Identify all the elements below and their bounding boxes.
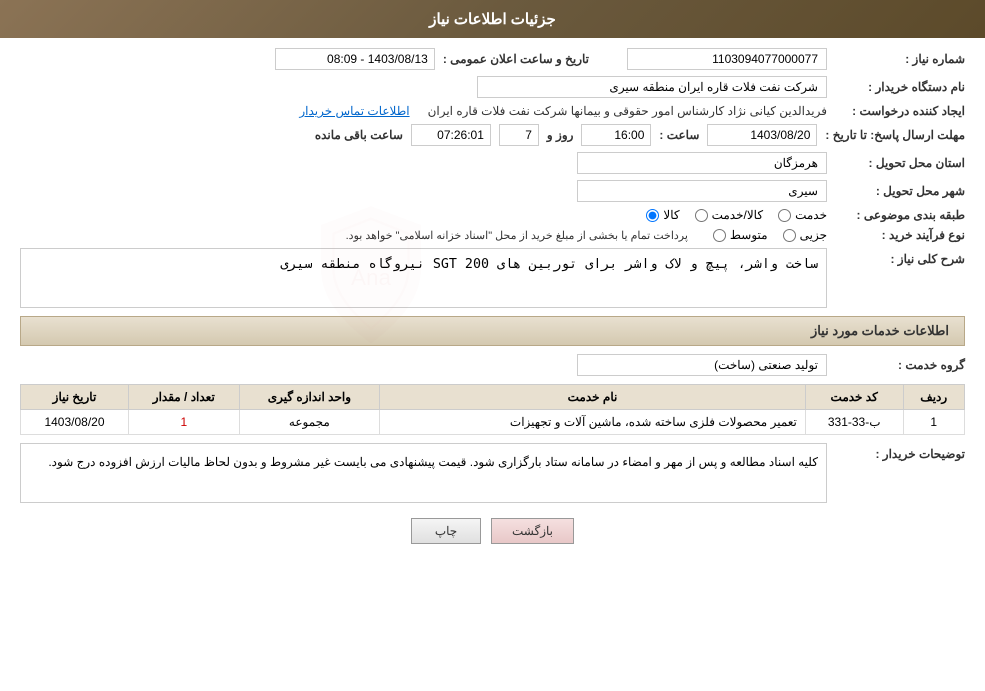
service-group-label: گروه خدمت : bbox=[835, 358, 965, 372]
creator-label: ایجاد کننده درخواست : bbox=[835, 104, 965, 118]
creator-row: ایجاد کننده درخواست : فریدالدین کیانی نژ… bbox=[20, 104, 965, 118]
need-desc-row: شرح کلی نیاز : bbox=[20, 248, 965, 308]
page-header: جزئیات اطلاعات نیاز bbox=[0, 0, 985, 38]
col-unit: واحد اندازه گیری bbox=[239, 385, 379, 410]
back-button[interactable]: بازگشت bbox=[491, 518, 574, 544]
city-value: سیری bbox=[577, 180, 827, 202]
creator-value: فریدالدین کیانی نژاد کارشناس امور حقوقی … bbox=[428, 104, 827, 118]
need-number-value: 1103094077000077 bbox=[627, 48, 827, 70]
city-row: شهر محل تحویل : سیری bbox=[20, 180, 965, 202]
announce-date-label: تاریخ و ساعت اعلان عمومی : bbox=[443, 52, 589, 66]
category-goods-service-radio[interactable] bbox=[695, 209, 708, 222]
province-row: استان محل تحویل : هرمزگان bbox=[20, 152, 965, 174]
service-group-row: گروه خدمت : تولید صنعتی (ساخت) bbox=[20, 354, 965, 376]
category-option-goods-service[interactable]: کالا/خدمت bbox=[695, 208, 763, 222]
purchase-type-label: نوع فرآیند خرید : bbox=[835, 228, 965, 242]
cell-date: 1403/08/20 bbox=[21, 410, 129, 435]
send-remaining-value: 07:26:01 bbox=[411, 124, 491, 146]
watermark-shield: Ana bbox=[296, 200, 446, 350]
category-label: طبقه بندی موضوعی : bbox=[835, 208, 965, 222]
need-number-row: شماره نیاز : 1103094077000077 تاریخ و سا… bbox=[20, 48, 965, 70]
purchase-medium-label: متوسط bbox=[730, 228, 768, 242]
buyer-notes-value: کلیه اسناد مطالعه و پس از مهر و امضاء در… bbox=[20, 443, 827, 503]
svg-text:Ana: Ana bbox=[350, 265, 391, 290]
print-button[interactable]: چاپ bbox=[411, 518, 481, 544]
cell-service-code: ب-33-331 bbox=[805, 410, 903, 435]
need-number-label: شماره نیاز : bbox=[835, 52, 965, 66]
cell-quantity: 1 bbox=[128, 410, 239, 435]
service-group-value: تولید صنعتی (ساخت) bbox=[577, 354, 827, 376]
category-goods-radio[interactable] bbox=[646, 209, 659, 222]
category-option-service[interactable]: خدمت bbox=[778, 208, 827, 222]
purchase-partial-label: جزیی bbox=[800, 228, 827, 242]
send-days-label: روز و bbox=[547, 128, 574, 142]
services-section-title: اطلاعات خدمات مورد نیاز bbox=[20, 316, 965, 346]
deadline-row: مهلت ارسال پاسخ: تا تاریخ : 1403/08/20 س… bbox=[20, 124, 965, 146]
buttons-row: بازگشت چاپ bbox=[20, 518, 965, 544]
col-quantity: تعداد / مقدار bbox=[128, 385, 239, 410]
buyer-org-row: نام دستگاه خریدار : شرکت نفت فلات قاره ا… bbox=[20, 76, 965, 98]
send-days-value: 7 bbox=[499, 124, 539, 146]
services-table: ردیف کد خدمت نام خدمت واحد اندازه گیری ت… bbox=[20, 384, 965, 435]
purchase-medium-option[interactable]: متوسط bbox=[713, 228, 768, 242]
category-goods-service-label: کالا/خدمت bbox=[712, 208, 763, 222]
announce-date-value: 1403/08/13 - 08:09 bbox=[275, 48, 435, 70]
buyer-org-label: نام دستگاه خریدار : bbox=[835, 80, 965, 94]
category-goods-label: کالا bbox=[663, 208, 679, 222]
need-desc-label: شرح کلی نیاز : bbox=[835, 252, 965, 266]
purchase-medium-radio[interactable] bbox=[713, 229, 726, 242]
col-date: تاریخ نیاز bbox=[21, 385, 129, 410]
send-time-label: ساعت : bbox=[659, 128, 699, 142]
province-value: هرمزگان bbox=[577, 152, 827, 174]
city-label: شهر محل تحویل : bbox=[835, 184, 965, 198]
send-time-value: 16:00 bbox=[581, 124, 651, 146]
purchase-partial-option[interactable]: جزیی bbox=[783, 228, 827, 242]
purchase-partial-radio[interactable] bbox=[783, 229, 796, 242]
page-title: جزئیات اطلاعات نیاز bbox=[429, 11, 556, 28]
col-service-code: کد خدمت bbox=[805, 385, 903, 410]
cell-unit: مجموعه bbox=[239, 410, 379, 435]
send-remaining-label: ساعت باقی مانده bbox=[315, 128, 403, 142]
buyer-org-value: شرکت نفت فلات قاره ایران منطقه سیری bbox=[477, 76, 827, 98]
services-table-container: ردیف کد خدمت نام خدمت واحد اندازه گیری ت… bbox=[20, 384, 965, 435]
category-service-label: خدمت bbox=[795, 208, 827, 222]
cell-row-num: 1 bbox=[903, 410, 965, 435]
col-service-name: نام خدمت bbox=[380, 385, 806, 410]
category-service-radio[interactable] bbox=[778, 209, 791, 222]
contact-link[interactable]: اطلاعات تماس خریدار bbox=[299, 104, 409, 118]
buyer-notes-row: توضیحات خریدار : کلیه اسناد مطالعه و پس … bbox=[20, 443, 965, 503]
send-deadline-label: مهلت ارسال پاسخ: تا تاریخ : bbox=[825, 128, 965, 142]
send-date-value: 1403/08/20 bbox=[707, 124, 817, 146]
page-wrapper: جزئیات اطلاعات نیاز شماره نیاز : 1103094… bbox=[0, 0, 985, 691]
cell-service-name: تعمیر محصولات فلزی ساخته شده، ماشین آلات… bbox=[380, 410, 806, 435]
col-row-num: ردیف bbox=[903, 385, 965, 410]
province-label: استان محل تحویل : bbox=[835, 156, 965, 170]
buyer-notes-label: توضیحات خریدار : bbox=[835, 447, 965, 461]
category-row: طبقه بندی موضوعی : خدمت کالا/خدمت کالا bbox=[20, 208, 965, 222]
category-option-goods[interactable]: کالا bbox=[646, 208, 679, 222]
category-radio-group: خدمت کالا/خدمت کالا bbox=[646, 208, 827, 222]
purchase-type-row: نوع فرآیند خرید : جزیی متوسط پرداخت تمام… bbox=[20, 228, 965, 242]
content-area: شماره نیاز : 1103094077000077 تاریخ و سا… bbox=[0, 38, 985, 564]
table-row: 1 ب-33-331 تعمیر محصولات فلزی ساخته شده،… bbox=[21, 410, 965, 435]
